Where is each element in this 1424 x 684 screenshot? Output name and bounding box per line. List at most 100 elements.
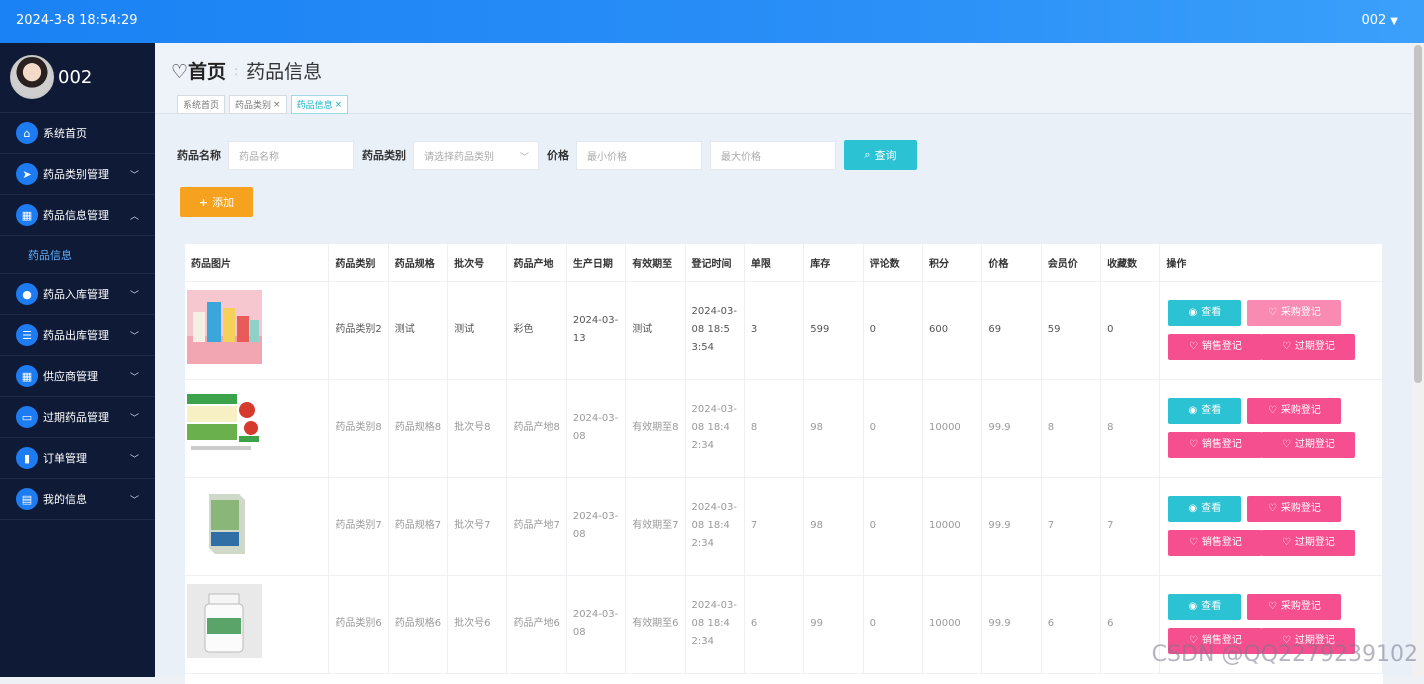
view-button[interactable]: ◉查看	[1168, 398, 1241, 424]
sidebar-subitem[interactable]: 药品信息	[0, 236, 155, 274]
sidebar-item-label: 药品类别管理	[43, 166, 109, 182]
cell-actions: ◉查看♡采购登记 ♡销售登记♡过期登记	[1160, 281, 1383, 379]
column-header: 积分	[922, 244, 981, 281]
sidebar-item-label: 供应商管理	[43, 368, 98, 384]
sidebar-item[interactable]: ⌂系统首页	[0, 113, 155, 154]
chart-icon: ▮	[16, 447, 38, 469]
cell-category: 药品类别6	[329, 575, 388, 673]
sidebar-item[interactable]: ➤药品类别管理﹀	[0, 154, 155, 195]
max-price-input[interactable]: 最大价格	[710, 141, 836, 170]
cell-image	[185, 379, 329, 477]
cell-spec: 测试	[388, 281, 447, 379]
cell-reg-time: 2024-03-08 18:42:34	[685, 477, 744, 575]
eye-icon: ◉	[1189, 402, 1198, 420]
cell-favorites: 7	[1101, 477, 1160, 575]
purchase-button[interactable]: ♡采购登记	[1247, 594, 1341, 620]
sidebar-item-label: 药品信息管理	[43, 207, 109, 223]
min-price-input[interactable]: 最小价格	[576, 141, 702, 170]
chevron-down-icon: ﹀	[520, 150, 529, 163]
column-header: 操作	[1160, 244, 1383, 281]
tab[interactable]: 药品信息×	[291, 95, 349, 114]
search-button[interactable]: ⌕查询	[844, 140, 917, 170]
cell-stock: 99	[804, 575, 863, 673]
current-time: 2024-3-8 18:54:29	[16, 13, 138, 28]
drug-thumbnail[interactable]	[187, 356, 262, 367]
category-select[interactable]: 请选择药品类别 ﹀	[413, 141, 539, 170]
sidebar-item[interactable]: ●药品入库管理﹀	[0, 274, 155, 315]
cell-expiry: 有效期至7	[626, 477, 685, 575]
sidebar-item[interactable]: ▭过期药品管理﹀	[0, 397, 155, 438]
cell-points: 600	[922, 281, 981, 379]
cell-expiry: 有效期至6	[626, 575, 685, 673]
name-label: 药品名称	[177, 147, 221, 163]
user-menu[interactable]: 002▼	[1361, 13, 1398, 28]
add-button[interactable]: +添加	[180, 187, 253, 217]
expired-button[interactable]: ♡过期登记	[1261, 432, 1355, 458]
close-icon[interactable]: ×	[273, 100, 281, 110]
heart-icon: ♡	[171, 61, 188, 83]
expired-button[interactable]: ♡过期登记	[1261, 334, 1355, 360]
cell-category: 药品类别7	[329, 477, 388, 575]
breadcrumb-current: 药品信息	[246, 57, 322, 84]
cell-price: 99.9	[982, 379, 1041, 477]
column-header: 药品规格	[388, 244, 447, 281]
tab[interactable]: 系统首页	[177, 95, 225, 114]
sale-button-label: 销售登记	[1202, 436, 1242, 454]
cell-stock: 98	[804, 379, 863, 477]
search-button-label: 查询	[875, 147, 897, 163]
drug-thumbnail[interactable]	[187, 454, 262, 465]
sale-button[interactable]: ♡销售登记	[1168, 334, 1262, 360]
caret-down-icon: ▼	[1390, 16, 1398, 27]
drug-thumbnail[interactable]	[187, 552, 262, 563]
cell-price: 99.9	[982, 575, 1041, 673]
name-input[interactable]: 药品名称	[228, 141, 354, 170]
cell-price: 99.9	[982, 477, 1041, 575]
view-button[interactable]: ◉查看	[1168, 496, 1241, 522]
cell-spec: 药品规格8	[388, 379, 447, 477]
cell-batch: 批次号8	[448, 379, 507, 477]
cell-limit: 3	[744, 281, 803, 379]
breadcrumb-home[interactable]: ♡首页	[171, 57, 226, 84]
purchase-button[interactable]: ♡采购登记	[1247, 300, 1341, 326]
column-header: 药品图片	[185, 244, 329, 281]
plus-icon: +	[199, 196, 208, 209]
heart-icon: ♡	[1268, 598, 1277, 616]
drug-thumbnail[interactable]	[187, 650, 262, 661]
search-bar: 药品名称 药品名称 药品类别 请选择药品类别﹀ 价格 最小价格 最大价格 ⌕查询	[177, 140, 917, 170]
sidebar-item[interactable]: ▦药品信息管理︿	[0, 195, 155, 236]
purchase-button[interactable]: ♡采购登记	[1247, 398, 1341, 424]
close-icon[interactable]: ×	[335, 100, 343, 110]
sidebar-item[interactable]: ▤我的信息﹀	[0, 479, 155, 520]
cell-prod-date: 2024-03-13	[566, 281, 625, 379]
home-icon: ⌂	[16, 122, 38, 144]
cell-origin: 药品产地8	[507, 379, 566, 477]
column-header: 会员价	[1041, 244, 1100, 281]
action-group: ◉查看♡采购登记♡销售登记♡过期登记	[1168, 398, 1376, 458]
sale-button[interactable]: ♡销售登记	[1168, 432, 1262, 458]
scrollbar[interactable]	[1412, 43, 1424, 677]
cell-prod-date: 2024-03-08	[566, 575, 625, 673]
heart-icon: ♡	[1282, 436, 1291, 454]
view-button[interactable]: ◉查看	[1168, 300, 1241, 326]
cell-spec: 药品规格6	[388, 575, 447, 673]
watermark: CSDN @QQ2279239102	[1152, 642, 1418, 667]
sidebar-item[interactable]: ▦供应商管理﹀	[0, 356, 155, 397]
column-header: 批次号	[448, 244, 507, 281]
cell-category: 药品类别8	[329, 379, 388, 477]
category-placeholder: 请选择药品类别	[424, 148, 494, 163]
sidebar-item[interactable]: ▮订单管理﹀	[0, 438, 155, 479]
cell-points: 10000	[922, 379, 981, 477]
expired-button[interactable]: ♡过期登记	[1261, 530, 1355, 556]
scrollbar-thumb[interactable]	[1414, 45, 1422, 383]
cell-stock: 98	[804, 477, 863, 575]
view-button[interactable]: ◉查看	[1168, 594, 1241, 620]
cell-stock: 599	[804, 281, 863, 379]
sale-button[interactable]: ♡销售登记	[1168, 530, 1262, 556]
sidebar-item[interactable]: ☰药品出库管理﹀	[0, 315, 155, 356]
tab[interactable]: 药品类别×	[229, 95, 287, 114]
purchase-button[interactable]: ♡采购登记	[1247, 496, 1341, 522]
apps-icon: ▦	[16, 365, 38, 387]
price-label: 价格	[547, 147, 569, 163]
cell-reg-time: 2024-03-08 18:53:54	[685, 281, 744, 379]
cell-comments: 0	[863, 477, 922, 575]
